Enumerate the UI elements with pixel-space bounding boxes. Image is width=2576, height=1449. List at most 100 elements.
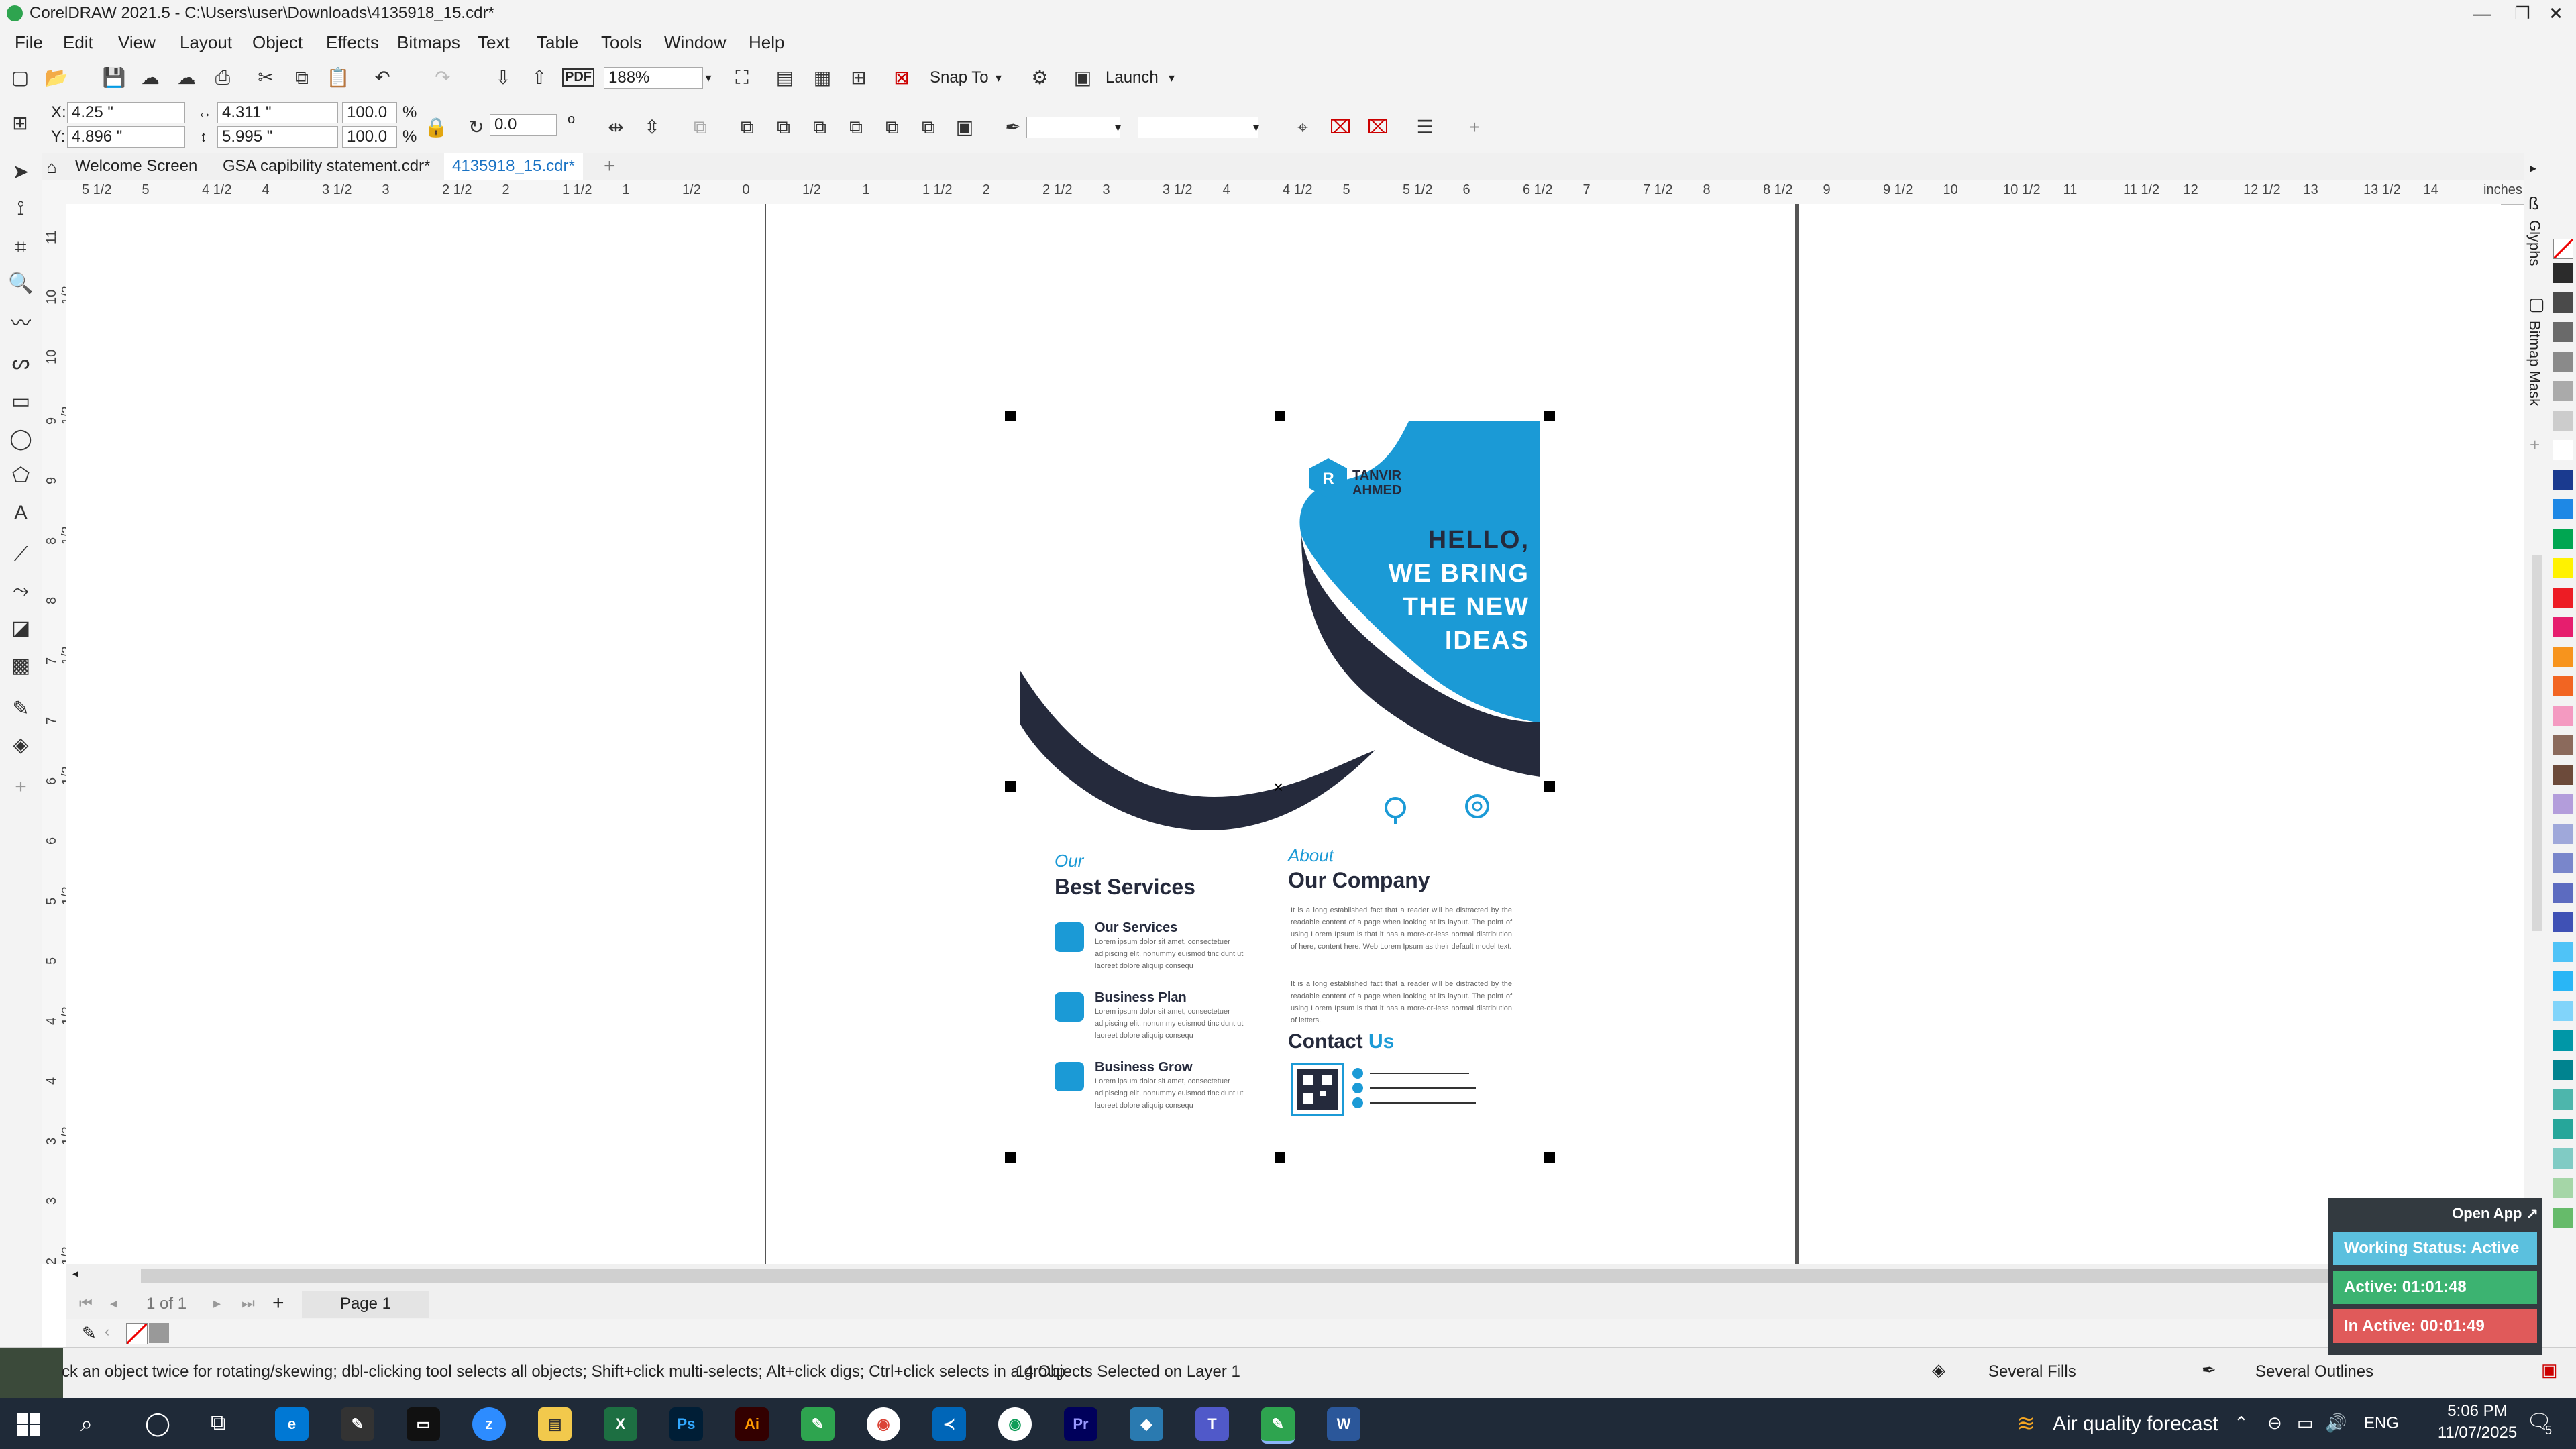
import-icon[interactable]: ⇩ <box>490 64 517 91</box>
palette-swatch[interactable] <box>2553 440 2573 460</box>
palette-swatch[interactable] <box>2553 1001 2573 1021</box>
terminal-icon[interactable]: ▭ <box>407 1407 440 1441</box>
add-icon[interactable]: + <box>1461 114 1488 141</box>
scale-height-field[interactable]: 100.0 <box>342 126 397 148</box>
weather-text[interactable]: Air quality forecast <box>2053 1413 2218 1436</box>
palette-swatch[interactable] <box>2553 381 2573 401</box>
width-field[interactable]: 4.311 " <box>217 102 338 123</box>
eyedropper-small-icon[interactable]: ✎ <box>82 1323 97 1344</box>
options-gear-icon[interactable]: ⚙ <box>1026 64 1053 91</box>
open-app-button[interactable]: Open App ↗ <box>2442 1205 2538 1222</box>
palette-swatch[interactable] <box>2553 883 2573 903</box>
paste-icon[interactable]: 📋 <box>325 64 352 91</box>
no-color-swatch[interactable] <box>2553 238 2574 260</box>
vertical-ruler[interactable]: 11 10 1/2 10 9 1/2 9 8 1/2 8 7 1/2 7 6 1/2 6 5 1/2 5… <box>42 204 66 1264</box>
palette-swatch[interactable] <box>2553 794 2573 814</box>
zoom-tool-icon[interactable]: 🔍 <box>5 268 36 299</box>
task-view-icon[interactable]: ⧉ <box>211 1410 226 1436</box>
selection-handle-mr[interactable] <box>1544 781 1555 792</box>
close-button[interactable]: ✕ <box>2536 0 2576 28</box>
palette-swatch[interactable] <box>2553 352 2573 372</box>
palette-swatch[interactable] <box>2553 676 2573 696</box>
palette-swatch[interactable] <box>2553 292 2573 313</box>
outline-width-field[interactable] <box>1026 117 1120 138</box>
palette-swatch[interactable] <box>2553 1060 2573 1080</box>
selection-handle-tc[interactable] <box>1275 411 1285 421</box>
word-icon[interactable]: W <box>1327 1407 1360 1441</box>
show-rulers-icon[interactable]: ▤ <box>771 64 798 91</box>
menu-text[interactable]: Text <box>478 28 510 56</box>
rotation-icon[interactable]: ↻ <box>463 114 490 141</box>
mirror-horizontal-icon[interactable]: ⇹ <box>602 114 629 141</box>
ellipse-tool-icon[interactable]: ◯ <box>5 424 36 455</box>
selection-handle-bc[interactable] <box>1275 1152 1285 1163</box>
export-pdf-button[interactable]: PDF <box>562 68 594 87</box>
palette-swatch[interactable] <box>2553 853 2573 873</box>
language-indicator[interactable]: ENG <box>2364 1414 2399 1433</box>
selection-center-mark[interactable]: × <box>1273 777 1283 798</box>
volume-icon[interactable]: 🔊 <box>2325 1413 2347 1434</box>
vscode-icon[interactable]: ≺ <box>932 1407 966 1441</box>
tray-app-icon[interactable]: ⊖ <box>2267 1413 2282 1434</box>
coreldraw-active-icon[interactable]: ✎ <box>1261 1407 1295 1444</box>
delete-nodes-icon[interactable]: ⌧ <box>1327 114 1354 141</box>
rectangle-tool-icon[interactable]: ▭ <box>5 386 36 417</box>
cloud-upload-icon[interactable]: ☁ <box>137 64 164 91</box>
last-page-icon[interactable]: ⏭ <box>241 1295 255 1312</box>
tab-welcome-screen[interactable]: Welcome Screen <box>67 153 205 180</box>
artistic-media-icon[interactable]: ᔕ <box>5 347 36 378</box>
drop-shadow-icon[interactable]: ◪ <box>5 613 36 644</box>
edge-icon[interactable]: e <box>275 1407 309 1441</box>
palette-swatch[interactable] <box>2553 263 2573 283</box>
simplify-icon[interactable]: ⧉ <box>843 114 869 141</box>
glyphs-icon[interactable]: ß <box>2528 193 2539 214</box>
trim-icon[interactable]: ⧉ <box>770 114 797 141</box>
export-icon[interactable]: ⇧ <box>526 64 553 91</box>
customize-toolbox-icon[interactable]: + <box>5 771 36 802</box>
palette-swatch[interactable] <box>2553 617 2573 637</box>
bitmap-mask-icon[interactable]: ▢ <box>2528 294 2545 315</box>
palette-swatch[interactable] <box>2553 647 2573 667</box>
teams-icon[interactable]: T <box>1195 1407 1229 1441</box>
front-minus-back-icon[interactable]: ⧉ <box>879 114 906 141</box>
scroll-left-icon[interactable]: ◂ <box>72 1267 78 1281</box>
menu-view[interactable]: View <box>118 28 156 56</box>
docker-arrow-icon[interactable]: ▸ <box>2530 160 2536 176</box>
menu-table[interactable]: Table <box>537 28 578 56</box>
palette-arrow-icon[interactable]: ‹ <box>105 1323 109 1340</box>
convert-to-curves-icon[interactable]: ⌖ <box>1289 114 1316 141</box>
minimize-button[interactable]: — <box>2462 0 2502 28</box>
illustrator-icon[interactable]: Ai <box>735 1407 769 1441</box>
palette-swatch[interactable] <box>2553 706 2573 726</box>
crop-tool-icon[interactable]: ⌗ <box>5 232 36 263</box>
launch-button[interactable]: Launch <box>1106 67 1159 89</box>
break-apart-icon[interactable]: ⌧ <box>1364 114 1391 141</box>
lock-ratio-icon[interactable]: 🔒 <box>423 114 449 141</box>
pick-tool-icon[interactable]: ➤ <box>5 157 36 188</box>
menu-edit[interactable]: Edit <box>63 28 93 56</box>
palette-swatch[interactable] <box>2553 1148 2573 1169</box>
windows-start-icon[interactable] <box>17 1413 40 1436</box>
no-fill-swatch[interactable] <box>125 1322 148 1345</box>
palette-swatch[interactable] <box>2553 971 2573 991</box>
mirror-vertical-icon[interactable]: ⇳ <box>639 114 665 141</box>
zoom-app-icon[interactable]: z <box>472 1407 506 1441</box>
scale-width-field[interactable]: 100.0 <box>342 102 397 123</box>
outline-width-chevron-icon[interactable]: ▾ <box>1115 117 1121 138</box>
show-guidelines-icon[interactable]: ⊞ <box>845 64 872 91</box>
line-style-chevron-icon[interactable]: ▾ <box>1253 117 1259 138</box>
palette-swatch[interactable] <box>2553 1089 2573 1110</box>
group-icon[interactable]: ⧉ <box>687 114 714 141</box>
undo-icon[interactable]: ↶ <box>369 64 396 91</box>
palette-swatch[interactable] <box>2553 942 2573 962</box>
tab-gsa-capability[interactable]: GSA capibility statement.cdr* <box>215 153 438 180</box>
palette-swatch[interactable] <box>2553 912 2573 932</box>
full-screen-icon[interactable]: ⛶ <box>729 64 755 91</box>
selection-handle-tr[interactable] <box>1544 411 1555 421</box>
app-diamond-icon[interactable]: ◆ <box>1130 1407 1163 1441</box>
home-icon[interactable]: ⌂ <box>42 157 62 177</box>
bitmap-mask-docker-tab[interactable]: Bitmap Mask <box>2526 321 2543 406</box>
text-tool-icon[interactable]: A <box>5 498 36 529</box>
selection-handle-ml[interactable] <box>1005 781 1016 792</box>
palette-swatch[interactable] <box>2553 322 2573 342</box>
